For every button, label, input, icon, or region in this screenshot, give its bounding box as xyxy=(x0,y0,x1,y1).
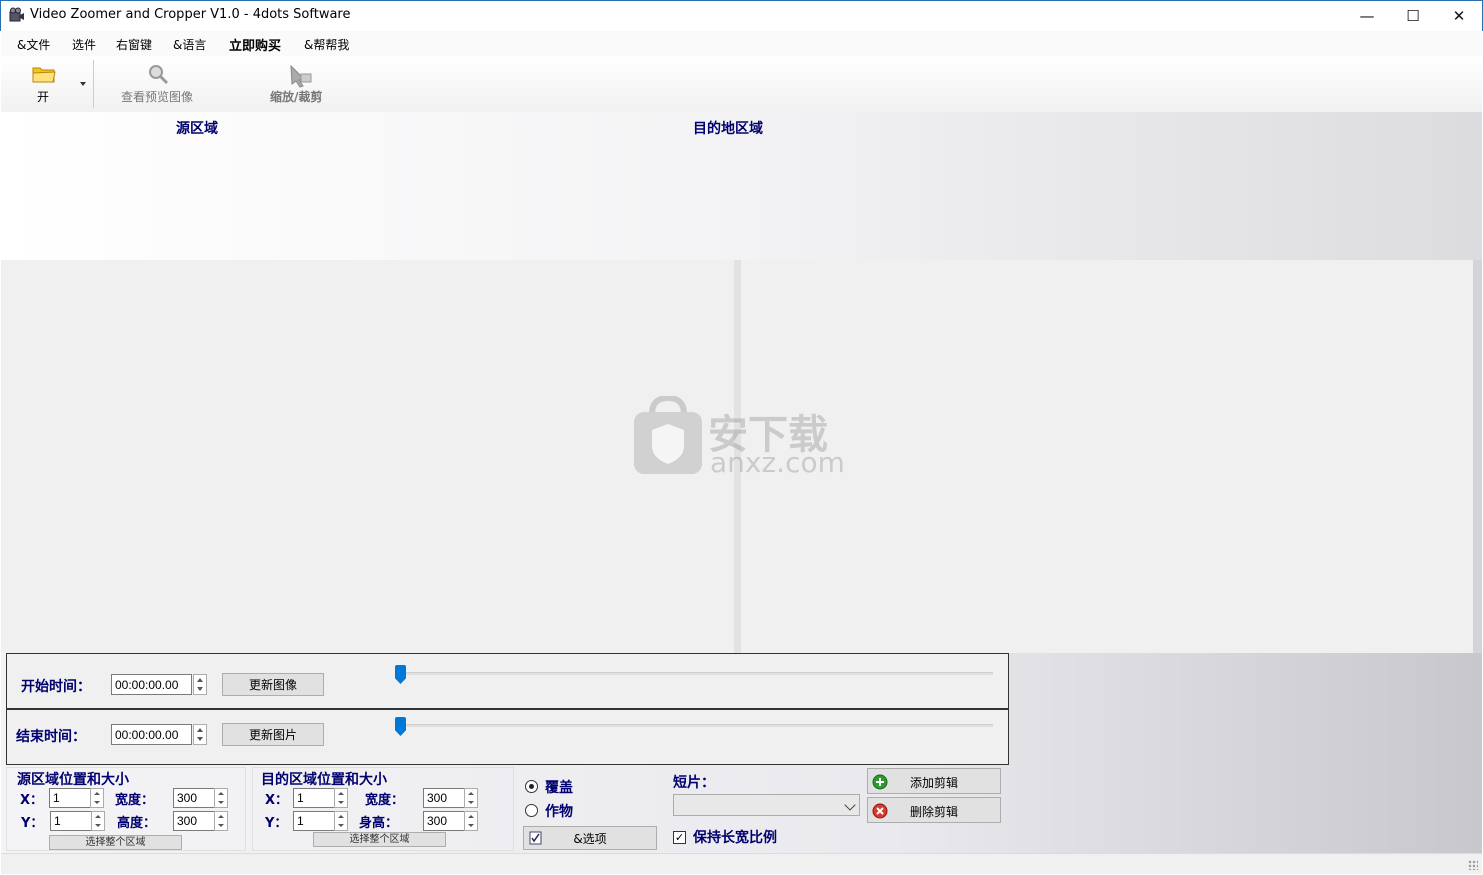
dest-x-label: X： xyxy=(265,793,289,808)
zoom-crop-label: 缩放/裁剪 xyxy=(270,90,323,104)
update-image-button[interactable]: 更新图像 xyxy=(222,673,324,696)
end-time-slider-thumb[interactable] xyxy=(395,717,406,736)
source-width-input[interactable] xyxy=(173,788,219,808)
watermark-en: anxz.com xyxy=(710,446,845,479)
preview-label: 查看预览图像 xyxy=(121,90,194,104)
delete-circle-icon xyxy=(872,803,888,819)
menu-context[interactable]: 右窗键 xyxy=(116,36,152,53)
menu-options[interactable]: 选件 xyxy=(72,36,96,53)
clips-dropdown[interactable] xyxy=(673,794,860,816)
menu-language[interactable]: &语言 xyxy=(173,36,206,53)
dest-height-spinner[interactable] xyxy=(464,811,478,831)
chevron-down-icon xyxy=(844,799,856,811)
start-time-panel: 开始时间： 更新图像 xyxy=(6,653,1009,709)
toolbar-separator xyxy=(93,60,94,108)
toolbar: 开 查看预览图像 缩放/裁剪 xyxy=(1,56,1482,112)
magnifier-icon xyxy=(149,65,169,85)
dest-x-spinner[interactable] xyxy=(334,788,348,808)
dest-y-spinner[interactable] xyxy=(334,811,348,831)
source-height-input[interactable] xyxy=(173,811,219,831)
dest-select-all-button[interactable]: 选择整个区域 xyxy=(313,832,446,847)
start-time-label: 开始时间： xyxy=(21,679,91,695)
options-icon xyxy=(529,831,542,845)
dest-y-label: Y： xyxy=(265,816,288,831)
folder-icon xyxy=(32,67,56,83)
add-clip-label: 添加剪辑 xyxy=(910,776,959,790)
source-height-spinner[interactable] xyxy=(214,811,228,831)
source-y-label: Y： xyxy=(21,816,44,831)
clips-label: 短片： xyxy=(673,775,715,791)
source-width-spinner[interactable] xyxy=(214,788,228,808)
crop-radio[interactable] xyxy=(525,804,538,817)
keep-ratio-checkbox[interactable]: ✓ xyxy=(673,831,686,844)
menu-file[interactable]: &文件 xyxy=(17,36,50,53)
open-button[interactable]: 开 xyxy=(29,64,59,108)
source-height-label: 高度： xyxy=(117,816,157,831)
zoom-crop-icon xyxy=(290,64,312,88)
destination-area-title: 目的地区域 xyxy=(693,121,763,137)
update-picture-button[interactable]: 更新图片 xyxy=(222,723,324,746)
source-area-group: 源区域位置和大小 X： 宽度： Y： 高度： 选择整个区域 xyxy=(6,767,246,851)
menu-buy[interactable]: 立即购买 xyxy=(229,35,281,54)
close-button[interactable]: ✕ xyxy=(1436,0,1482,31)
end-time-input[interactable] xyxy=(111,724,192,745)
end-time-label: 结束时间： xyxy=(16,729,86,745)
open-label: 开 xyxy=(37,90,50,104)
delete-clip-label: 删除剪辑 xyxy=(910,805,959,819)
dest-width-spinner[interactable] xyxy=(464,788,478,808)
source-area-title: 源区域 xyxy=(176,121,218,137)
dest-width-input[interactable] xyxy=(423,788,469,808)
menu-help[interactable]: &帮帮我 xyxy=(304,36,349,53)
add-circle-icon xyxy=(872,774,888,790)
watermark: 安下载 anxz.com xyxy=(632,396,852,481)
destination-area-group: 目的区域位置和大小 X： 宽度： Y： 身高： 选择整个区域 xyxy=(252,767,514,851)
source-group-title: 源区域位置和大小 xyxy=(17,772,129,788)
dest-height-label: 身高： xyxy=(359,816,399,831)
dest-x-input[interactable] xyxy=(293,788,339,808)
start-time-input[interactable] xyxy=(111,674,192,695)
window-title: Video Zoomer and Cropper V1.0 - 4dots So… xyxy=(30,7,351,22)
app-logo-icon xyxy=(9,7,25,23)
source-select-all-button[interactable]: 选择整个区域 xyxy=(49,835,182,850)
preview-button[interactable]: 查看预览图像 xyxy=(119,64,203,108)
start-time-slider-thumb[interactable] xyxy=(395,665,406,684)
shield-bag-icon xyxy=(634,396,702,474)
dest-width-label: 宽度： xyxy=(365,793,405,808)
keep-ratio-label: 保持长宽比例 xyxy=(693,830,777,846)
dest-group-title: 目的区域位置和大小 xyxy=(261,772,387,788)
source-y-spinner[interactable] xyxy=(91,811,105,831)
dest-y-input[interactable] xyxy=(293,811,339,831)
crop-label: 作物 xyxy=(545,804,573,820)
resize-grip-icon[interactable] xyxy=(1468,860,1478,870)
minimize-button[interactable]: — xyxy=(1344,0,1390,31)
add-clip-button[interactable]: 添加剪辑 xyxy=(867,768,1001,794)
start-time-spinner[interactable] xyxy=(193,674,207,695)
options-button[interactable]: &选项 xyxy=(523,826,657,850)
end-time-panel: 结束时间： 更新图片 xyxy=(6,709,1009,765)
source-x-spinner[interactable] xyxy=(90,788,104,808)
area-header: 源区域 目的地区域 xyxy=(1,112,1482,260)
end-time-slider-track[interactable] xyxy=(399,724,993,727)
status-bar xyxy=(1,853,1482,874)
source-preview-panel[interactable] xyxy=(1,260,734,653)
delete-clip-button[interactable]: 删除剪辑 xyxy=(867,797,1001,823)
overlay-label: 覆盖 xyxy=(545,780,573,796)
dest-height-input[interactable] xyxy=(423,811,469,831)
menu-bar: &文件 选件 右窗键 &语言 立即购买 &帮帮我 xyxy=(1,31,1482,56)
source-width-label: 宽度： xyxy=(115,793,155,808)
zoom-crop-button[interactable]: 缩放/裁剪 xyxy=(267,64,335,108)
start-time-slider-track[interactable] xyxy=(399,672,993,675)
open-dropdown-arrow[interactable] xyxy=(80,82,86,86)
overlay-radio[interactable] xyxy=(525,780,538,793)
options-label: &选项 xyxy=(573,831,607,846)
maximize-button[interactable]: ☐ xyxy=(1390,0,1436,31)
source-y-input[interactable] xyxy=(50,811,96,831)
source-x-input[interactable] xyxy=(49,788,95,808)
end-time-spinner[interactable] xyxy=(193,724,207,745)
source-x-label: X： xyxy=(20,793,44,808)
